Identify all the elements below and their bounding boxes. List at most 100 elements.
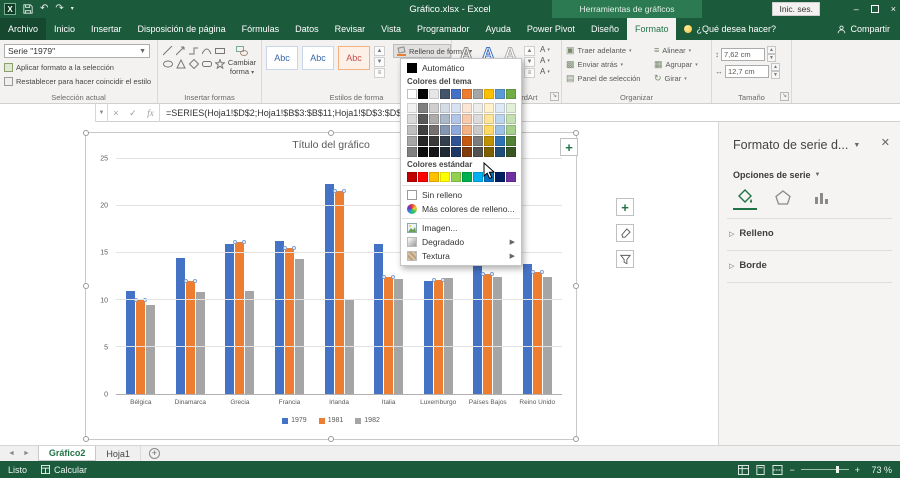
enter-icon[interactable]: ✓	[129, 108, 137, 119]
rounded-rect-shape-icon[interactable]	[201, 58, 212, 69]
bar-1982[interactable]	[245, 290, 255, 394]
bar-1981[interactable]	[431, 278, 445, 394]
theme-color-swatch[interactable]	[451, 136, 461, 146]
elbow-connector-icon[interactable]	[188, 45, 199, 56]
theme-color-swatch[interactable]	[407, 89, 417, 99]
text-outline-button[interactable]: A ▾	[540, 56, 550, 65]
legend-item[interactable]: 1979	[282, 417, 307, 424]
chart-selection-handle[interactable]	[328, 436, 334, 442]
theme-color-swatch[interactable]	[495, 125, 505, 135]
theme-color-swatch[interactable]	[495, 89, 505, 99]
theme-color-swatch[interactable]	[407, 147, 417, 157]
gallery-down-icon[interactable]: ▼	[374, 57, 385, 67]
menu-item-mas-colores[interactable]: Más colores de relleno...	[401, 202, 521, 216]
bar-1981[interactable]	[481, 271, 495, 394]
theme-color-swatch[interactable]	[462, 114, 472, 124]
theme-color-swatch[interactable]	[473, 103, 483, 113]
chart-elements-button-2[interactable]: +	[616, 198, 634, 216]
legend-item[interactable]: 1981	[318, 417, 343, 424]
zoom-in-icon[interactable]: +	[855, 465, 860, 475]
chart-selection-handle[interactable]	[573, 436, 579, 442]
chart-element-selector[interactable]: Serie "1979" ▼	[4, 44, 150, 58]
zoom-out-icon[interactable]: −	[789, 465, 794, 475]
standard-color-swatch[interactable]	[440, 172, 450, 182]
gallery-up-icon[interactable]: ▲	[374, 46, 385, 56]
effects-tab-icon[interactable]	[771, 186, 795, 210]
shape-style-2[interactable]: Abc	[302, 46, 334, 70]
tab-insertar[interactable]: Insertar	[83, 18, 130, 40]
normal-view-icon[interactable]	[738, 464, 750, 475]
pane-close-icon[interactable]: ✕	[881, 136, 890, 149]
theme-color-swatch[interactable]	[440, 125, 450, 135]
name-box-arrow-icon[interactable]: ▼	[96, 104, 108, 122]
theme-color-swatch[interactable]	[418, 114, 428, 124]
bar-1979[interactable]	[522, 264, 532, 394]
theme-color-swatch[interactable]	[506, 136, 516, 146]
theme-color-swatch[interactable]	[462, 89, 472, 99]
tab-programador[interactable]: Programador	[409, 18, 478, 40]
redo-icon[interactable]: ↷	[55, 4, 63, 14]
zoom-level[interactable]: 73 %	[866, 465, 892, 475]
theme-color-swatch[interactable]	[473, 89, 483, 99]
tab-formulas[interactable]: Fórmulas	[234, 18, 288, 40]
theme-color-swatch[interactable]	[473, 125, 483, 135]
relleno-de-forma-button[interactable]: Relleno de forma ▾	[393, 44, 472, 58]
tab-vista[interactable]: Vista	[373, 18, 409, 40]
theme-color-swatch[interactable]	[506, 89, 516, 99]
text-fill-button[interactable]: A ▾	[540, 45, 550, 54]
menu-item-textura[interactable]: Textura ▶	[401, 249, 521, 263]
page-break-view-icon[interactable]	[772, 464, 783, 475]
cancel-icon[interactable]: ×	[113, 108, 118, 118]
chart-selection-handle[interactable]	[83, 436, 89, 442]
theme-color-swatch[interactable]	[407, 136, 417, 146]
theme-color-swatch[interactable]	[440, 89, 450, 99]
bar-1979[interactable]	[175, 257, 185, 394]
share-button[interactable]: Compartir	[827, 18, 900, 40]
bar-1981[interactable]	[134, 298, 148, 394]
theme-color-swatch[interactable]	[473, 136, 483, 146]
bar-1982[interactable]	[294, 258, 304, 394]
chart-selection-handle[interactable]	[83, 130, 89, 136]
sheet-tab-grafico2[interactable]: Gráfico2	[37, 446, 97, 461]
width-stepper[interactable]: ▲ ▼	[771, 63, 780, 79]
tell-me-box[interactable]: ¿Qué desea hacer?	[676, 18, 784, 40]
triangle-shape-icon[interactable]	[175, 58, 186, 69]
bar-1979[interactable]	[274, 240, 284, 394]
tab-datos[interactable]: Datos	[287, 18, 327, 40]
chart-elements-button[interactable]: +	[560, 138, 578, 156]
theme-color-swatch[interactable]	[418, 89, 428, 99]
tab-archivo[interactable]: Archivo	[0, 18, 47, 40]
text-effects-button[interactable]: A ▾	[540, 67, 550, 76]
theme-color-swatch[interactable]	[484, 89, 494, 99]
shape-style-1[interactable]: Abc	[266, 46, 298, 70]
enviar-atras-button[interactable]: ▩ Enviar atrás ▾	[566, 60, 623, 70]
standard-color-swatch[interactable]	[451, 172, 461, 182]
theme-color-swatch[interactable]	[506, 125, 516, 135]
theme-color-swatch[interactable]	[418, 136, 428, 146]
chart-legend[interactable]: 1979 1981 1982	[86, 417, 576, 424]
standard-color-swatch[interactable]	[418, 172, 428, 182]
close-icon[interactable]: ×	[891, 4, 896, 14]
standard-color-swatch[interactable]	[506, 172, 516, 182]
maximize-icon[interactable]	[870, 5, 879, 13]
theme-color-swatch[interactable]	[506, 103, 516, 113]
minimize-icon[interactable]: –	[854, 4, 859, 14]
theme-color-swatch[interactable]	[429, 125, 439, 135]
zoom-slider[interactable]	[800, 466, 849, 473]
bar-1982[interactable]	[493, 276, 503, 394]
chart-selection-handle[interactable]	[573, 283, 579, 289]
diamond-shape-icon[interactable]	[188, 58, 199, 69]
theme-color-swatch[interactable]	[473, 114, 483, 124]
bar-1981[interactable]	[530, 269, 544, 394]
theme-color-swatch[interactable]	[484, 114, 494, 124]
alinear-button[interactable]: ≡ Alinear ▾	[654, 46, 691, 56]
theme-color-swatch[interactable]	[484, 103, 494, 113]
theme-color-swatch[interactable]	[407, 125, 417, 135]
theme-color-swatch[interactable]	[451, 114, 461, 124]
bar-1982[interactable]	[542, 276, 552, 394]
gallery-up-icon[interactable]: ▲	[524, 46, 535, 56]
insert-function-icon[interactable]: fx	[147, 108, 154, 118]
theme-color-swatch[interactable]	[440, 147, 450, 157]
bar-1979[interactable]	[473, 260, 483, 394]
zoom-slider-thumb[interactable]	[835, 466, 839, 473]
